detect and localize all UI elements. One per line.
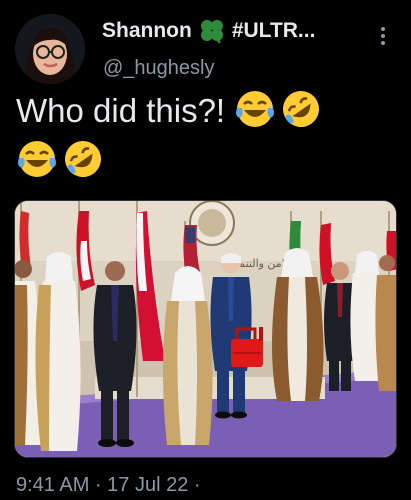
- tweet-photo[interactable]: اللامن والتنمية: [14, 200, 397, 458]
- user-handle[interactable]: @_hughesly: [103, 57, 214, 80]
- avatar[interactable]: [15, 14, 85, 84]
- display-name[interactable]: Shannon: [102, 19, 192, 43]
- tweet-text-content: Who did this?!: [16, 92, 226, 129]
- tweet: Shannon #ULTR... @_hughesly Who did this…: [0, 0, 411, 500]
- tears-of-joy-emoji-icon: [234, 88, 276, 130]
- four-leaf-clover-icon: [198, 18, 226, 44]
- more-options-icon[interactable]: [376, 24, 390, 48]
- tears-of-joy-emoji-icon: [16, 138, 58, 180]
- tweet-text: Who did this?!: [16, 86, 396, 186]
- rolling-laughing-emoji-icon: [62, 138, 104, 180]
- tweet-timestamp[interactable]: 9:41 AM · 17 Jul 22 ·: [16, 474, 201, 497]
- display-name-suffix[interactable]: #ULTR...: [232, 19, 316, 43]
- rolling-laughing-emoji-icon: [280, 88, 322, 130]
- display-name-row[interactable]: Shannon #ULTR...: [102, 18, 315, 44]
